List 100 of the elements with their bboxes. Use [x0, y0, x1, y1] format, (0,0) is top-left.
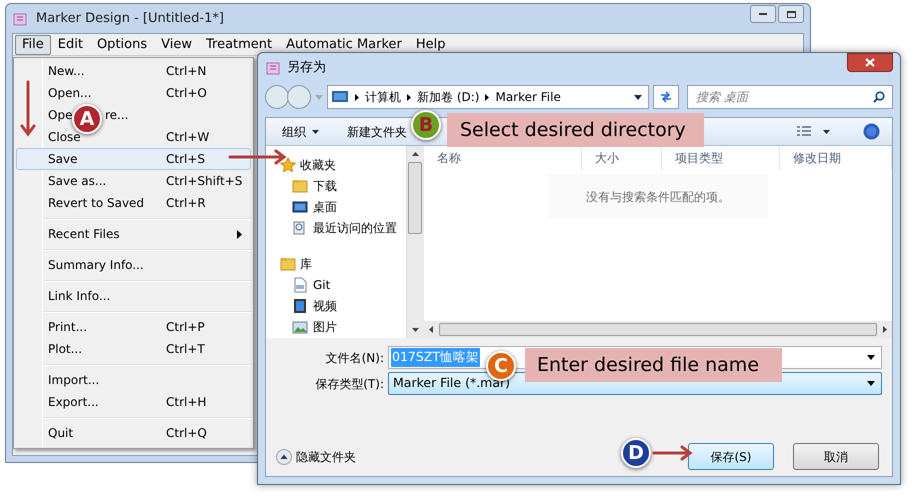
breadcrumb-arrow-icon: [485, 94, 490, 100]
hide-folders-link[interactable]: 隐藏文件夹: [296, 448, 356, 466]
shortcut-label: Ctrl+S: [166, 151, 206, 168]
dropdown-arrow-icon[interactable]: [634, 94, 642, 100]
callout-label: Select desired directory: [447, 113, 704, 147]
breadcrumb-arrow-icon: [355, 94, 359, 100]
collapse-icon[interactable]: [276, 448, 292, 464]
shortcut-label: Ctrl+R: [166, 195, 206, 212]
menu-item-label: Link Info...: [48, 288, 110, 305]
view-icon[interactable]: [797, 126, 811, 138]
breadcrumb-arrow-icon: [407, 94, 411, 100]
menu-item[interactable]: Print... Ctrl+P: [16, 316, 251, 338]
menu-item[interactable]: Open... Ctrl+O: [16, 82, 251, 104]
shortcut-label: Ctrl+T: [166, 341, 205, 358]
shortcut-label: Ctrl+H: [166, 394, 206, 411]
new-folder-button[interactable]: 新建文件夹: [347, 122, 407, 140]
shortcut-label: Ctrl+W: [166, 129, 210, 146]
dialog-title: 另存为: [287, 58, 326, 77]
menu-bar-item[interactable]: Treatment: [198, 34, 280, 54]
nav-item[interactable]: 桌面: [313, 198, 337, 216]
nav-group-label[interactable]: 收藏夹: [300, 156, 336, 174]
menu-bar-item[interactable]: Options: [90, 34, 154, 54]
menu-item-label: Print...: [48, 319, 88, 336]
scroll-down-icon: [412, 328, 418, 332]
arrow-icon: [652, 444, 694, 462]
menu-item[interactable]: Save as... Ctrl+Shift+S: [16, 170, 251, 192]
menu-item[interactable]: Quit Ctrl+Q: [16, 422, 251, 444]
shortcut-label: Ctrl+Shift+S: [166, 173, 242, 190]
help-icon[interactable]: [863, 123, 880, 140]
menu-item-label: Save: [48, 151, 78, 168]
menu-item[interactable]: Recent Files: [16, 223, 251, 245]
menu-item[interactable]: Import...: [16, 369, 251, 391]
minimize-button[interactable]: [750, 5, 776, 23]
menu-item-label: Save as...: [48, 173, 106, 190]
nav-group-label[interactable]: 库: [300, 255, 312, 273]
menu-item-label: Export...: [48, 394, 99, 411]
dialog-button[interactable]: 保存(S): [688, 443, 774, 470]
menu-item-label: New...: [48, 63, 85, 80]
menu-bar-item[interactable]: Help: [408, 34, 453, 54]
close-icon: [865, 58, 875, 67]
menu-item-label: Revert to Saved: [48, 195, 144, 212]
horizontal-scrollbar[interactable]: [424, 321, 892, 338]
field-label: 保存类型(T):: [314, 376, 384, 392]
menu-item-label: Summary Info...: [48, 257, 144, 274]
arrow-icon: [228, 148, 288, 166]
menu-item[interactable]: Save Ctrl+S: [16, 148, 251, 170]
menu-item-label: Import...: [48, 372, 100, 389]
nav-item[interactable]: 视频: [313, 297, 337, 315]
address-bar[interactable]: 计算机 新加卷 (D:) Marker File: [327, 85, 649, 109]
document-icon: [292, 277, 308, 293]
arrow-icon: [20, 80, 36, 138]
breadcrumb-item[interactable]: Marker File: [495, 88, 561, 106]
close-button[interactable]: [847, 53, 893, 72]
menu-item[interactable]: Plot... Ctrl+T: [16, 338, 251, 360]
breadcrumb-item[interactable]: 计算机: [365, 88, 401, 106]
caret-icon[interactable]: [823, 130, 830, 134]
window-title: Marker Design - [Untitled-1*]: [36, 10, 224, 28]
shortcut-label: Ctrl+N: [166, 63, 206, 80]
dropdown-arrow-icon: [867, 355, 875, 360]
image-icon: [292, 319, 308, 335]
menu-item-label: Quit: [48, 425, 74, 442]
dialog-button[interactable]: 取消: [793, 443, 879, 470]
menu-bar-item[interactable]: File: [15, 34, 51, 54]
submenu-arrow-icon: [237, 230, 242, 238]
menu-bar-item[interactable]: Automatic Marker: [279, 34, 409, 54]
app-icon: [265, 60, 281, 76]
scroll-right-icon: [883, 326, 887, 333]
monitor-icon: [292, 199, 308, 215]
empty-message: 没有与搜索条件匹配的项。: [586, 188, 730, 206]
shortcut-label: Ctrl+O: [166, 85, 207, 102]
nav-item[interactable]: 下载: [313, 177, 337, 195]
column-header[interactable]: 修改日期: [780, 146, 892, 170]
vertical-scrollbar[interactable]: [406, 146, 423, 338]
breadcrumb-item[interactable]: 新加卷 (D:): [417, 88, 480, 106]
dropdown-arrow-icon: [867, 381, 875, 386]
organize-button[interactable]: 组织: [282, 122, 319, 140]
menu-bar-item[interactable]: View: [154, 34, 199, 54]
caret-icon: [312, 130, 319, 134]
menu-item-label: Recent Files: [48, 226, 120, 243]
menu-item[interactable]: Export... Ctrl+H: [16, 391, 251, 413]
menu-item[interactable]: Summary Info...: [16, 254, 251, 276]
nav-item[interactable]: Git: [313, 276, 330, 294]
search-icon: [873, 91, 885, 103]
folder-icon: [280, 256, 296, 272]
nav-item[interactable]: 图片: [313, 318, 337, 336]
menu-item[interactable]: Ope: [48, 106, 72, 124]
search-field[interactable]: 搜索 桌面: [687, 85, 893, 109]
menu-bar-item[interactable]: Edit: [50, 34, 90, 54]
menu-item[interactable]: Link Info...: [16, 285, 251, 307]
refresh-icon: [659, 91, 673, 103]
monitor-icon: [331, 90, 349, 104]
menu-item[interactable]: re...: [105, 106, 128, 124]
scroll-up-icon: [412, 152, 418, 156]
nav-item[interactable]: 最近访问的位置: [313, 219, 397, 237]
menu-item[interactable]: Revert to Saved Ctrl+R: [16, 192, 251, 214]
maximize-button[interactable]: [778, 5, 804, 23]
menu-item-label: Open...: [48, 85, 92, 102]
menu-item[interactable]: New... Ctrl+N: [16, 60, 251, 82]
refresh-button[interactable]: [653, 85, 679, 109]
star-icon: [280, 157, 296, 173]
